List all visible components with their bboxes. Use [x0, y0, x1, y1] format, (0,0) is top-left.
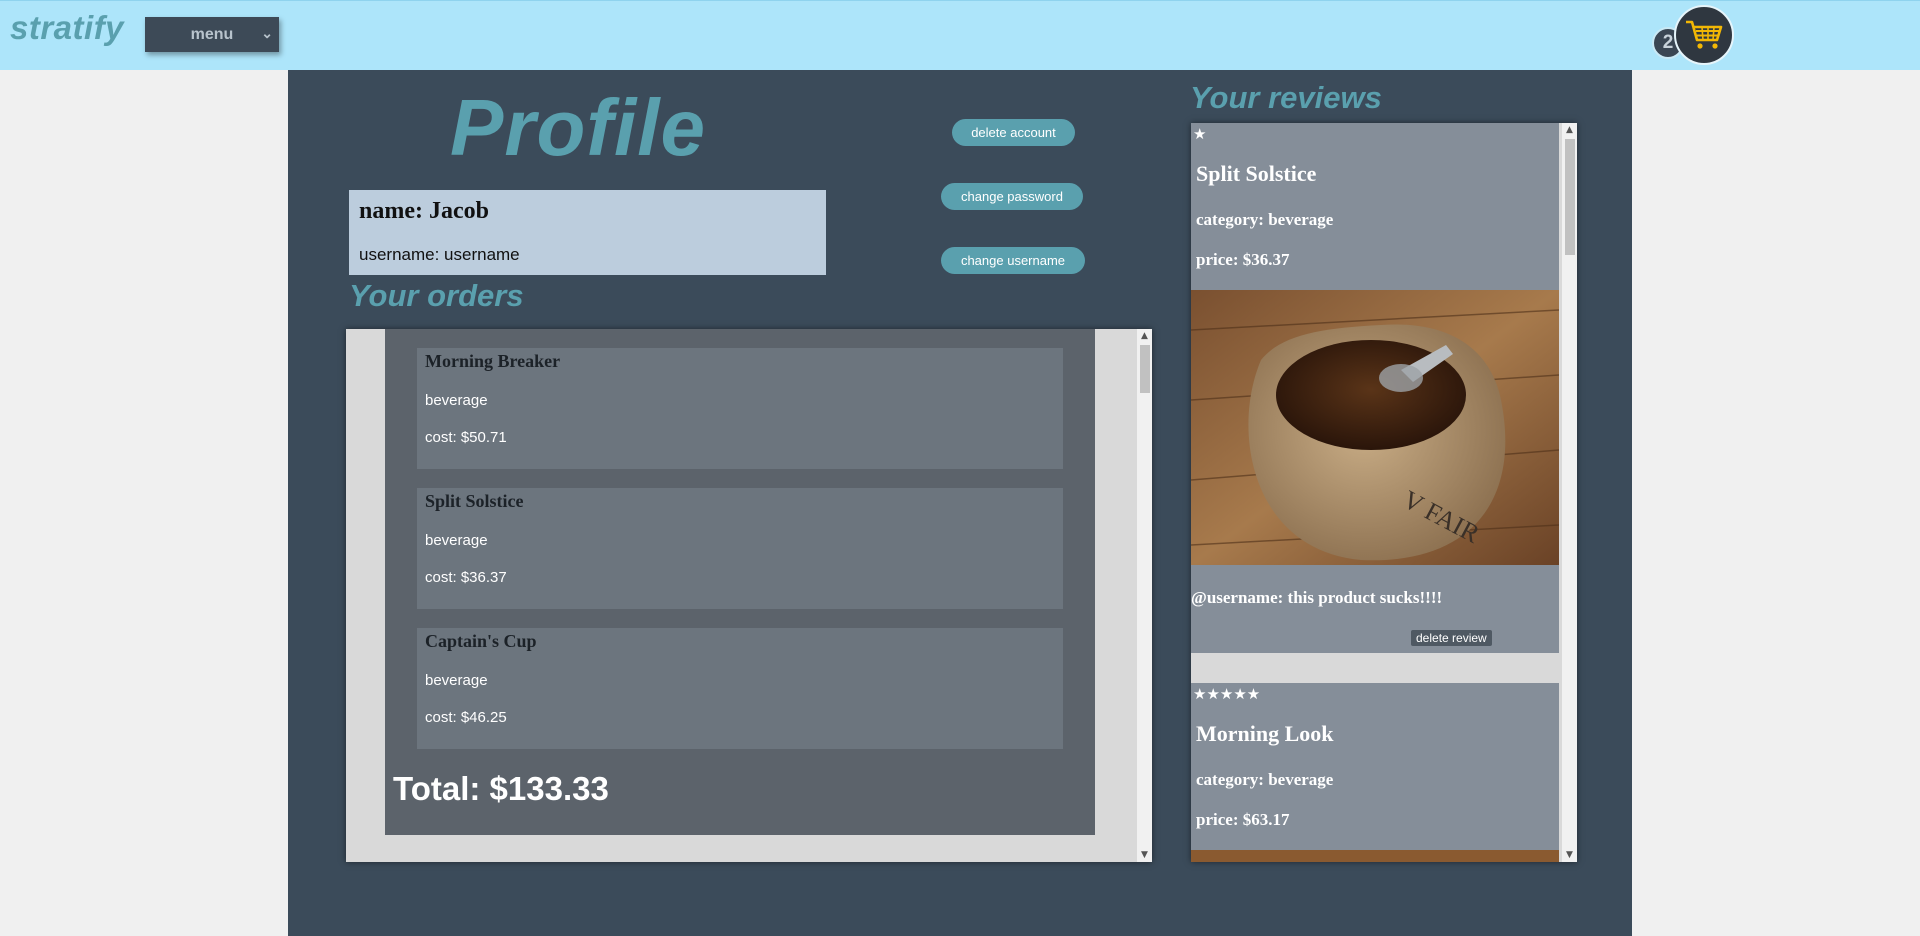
chevron-down-icon: ⌄ [261, 25, 273, 41]
profile-name: name: Jacob [359, 198, 489, 224]
order-category: beverage [425, 532, 488, 549]
review-category: category: beverage [1196, 770, 1334, 789]
profile-username: username: username [359, 245, 520, 264]
order-cost: cost: $50.71 [425, 429, 507, 446]
menu-select[interactable]: menu ⌄ [145, 17, 279, 52]
order-cost: cost: $46.25 [425, 709, 507, 726]
order-name: Captain's Cup [425, 631, 537, 651]
change-password-button[interactable]: change password [941, 183, 1083, 210]
star-rating: ★ [1193, 125, 1207, 143]
review-image [1191, 850, 1559, 862]
order-name: Morning Breaker [425, 351, 561, 371]
scroll-down-icon[interactable]: ▼ [1562, 848, 1577, 862]
scroll-up-icon[interactable]: ▲ [1137, 329, 1152, 343]
cart-button[interactable] [1674, 5, 1734, 65]
profile-info-card: name: Jacob username: username [349, 190, 826, 275]
scrollbar-thumb[interactable] [1565, 139, 1575, 255]
scroll-down-icon[interactable]: ▼ [1137, 848, 1152, 862]
order-item: Morning Breaker beverage cost: $50.71 [417, 348, 1063, 469]
scrollbar-thumb[interactable] [1140, 345, 1150, 393]
order-name: Split Solstice [425, 491, 524, 511]
star-rating: ★★★★★ [1193, 685, 1261, 703]
review-text: @username: this product sucks!!!! [1191, 588, 1443, 607]
order-item: Split Solstice beverage cost: $36.37 [417, 488, 1063, 609]
order-category: beverage [425, 392, 488, 409]
delete-account-button[interactable]: delete account [952, 119, 1075, 146]
orders-scrollbar[interactable]: ▲ ▼ [1137, 329, 1152, 862]
review-category: category: beverage [1196, 210, 1334, 229]
order-cost: cost: $36.37 [425, 569, 507, 586]
review-product-name: Morning Look [1196, 721, 1334, 746]
main-panel: Profile delete account change password c… [288, 70, 1632, 936]
orders-heading: Your orders [349, 278, 524, 313]
reviews-heading: Your reviews [1190, 80, 1382, 115]
review-product-name: Split Solstice [1196, 161, 1317, 186]
orders-scroll-container[interactable]: Morning Breaker beverage cost: $50.71 Sp… [346, 329, 1152, 862]
menu-label: menu [190, 25, 234, 43]
logo[interactable]: stratify [10, 9, 124, 47]
review-card: ★ Split Solstice category: beverage pric… [1191, 123, 1559, 653]
scroll-up-icon[interactable]: ▲ [1562, 123, 1577, 137]
reviews-scroll-container[interactable]: ★ Split Solstice category: beverage pric… [1191, 123, 1577, 862]
coffee-sack-image: V FAIR [1191, 290, 1559, 565]
change-username-button[interactable]: change username [941, 247, 1085, 274]
page-title: Profile [450, 83, 706, 172]
top-bar: stratify menu ⌄ 2 [0, 0, 1920, 70]
review-price: price: $63.17 [1196, 810, 1290, 829]
reviews-scrollbar[interactable]: ▲ ▼ [1562, 123, 1577, 862]
orders-list: Morning Breaker beverage cost: $50.71 Sp… [385, 329, 1095, 835]
review-card: ★★★★★ Morning Look category: beverage pr… [1191, 683, 1559, 862]
orders-total: Total: $133.33 [393, 770, 609, 807]
order-item: Captain's Cup beverage cost: $46.25 [417, 628, 1063, 749]
cart-icon [1686, 20, 1723, 49]
order-category: beverage [425, 672, 488, 689]
review-price: price: $36.37 [1196, 250, 1290, 269]
delete-review-button[interactable]: delete review [1411, 630, 1492, 646]
